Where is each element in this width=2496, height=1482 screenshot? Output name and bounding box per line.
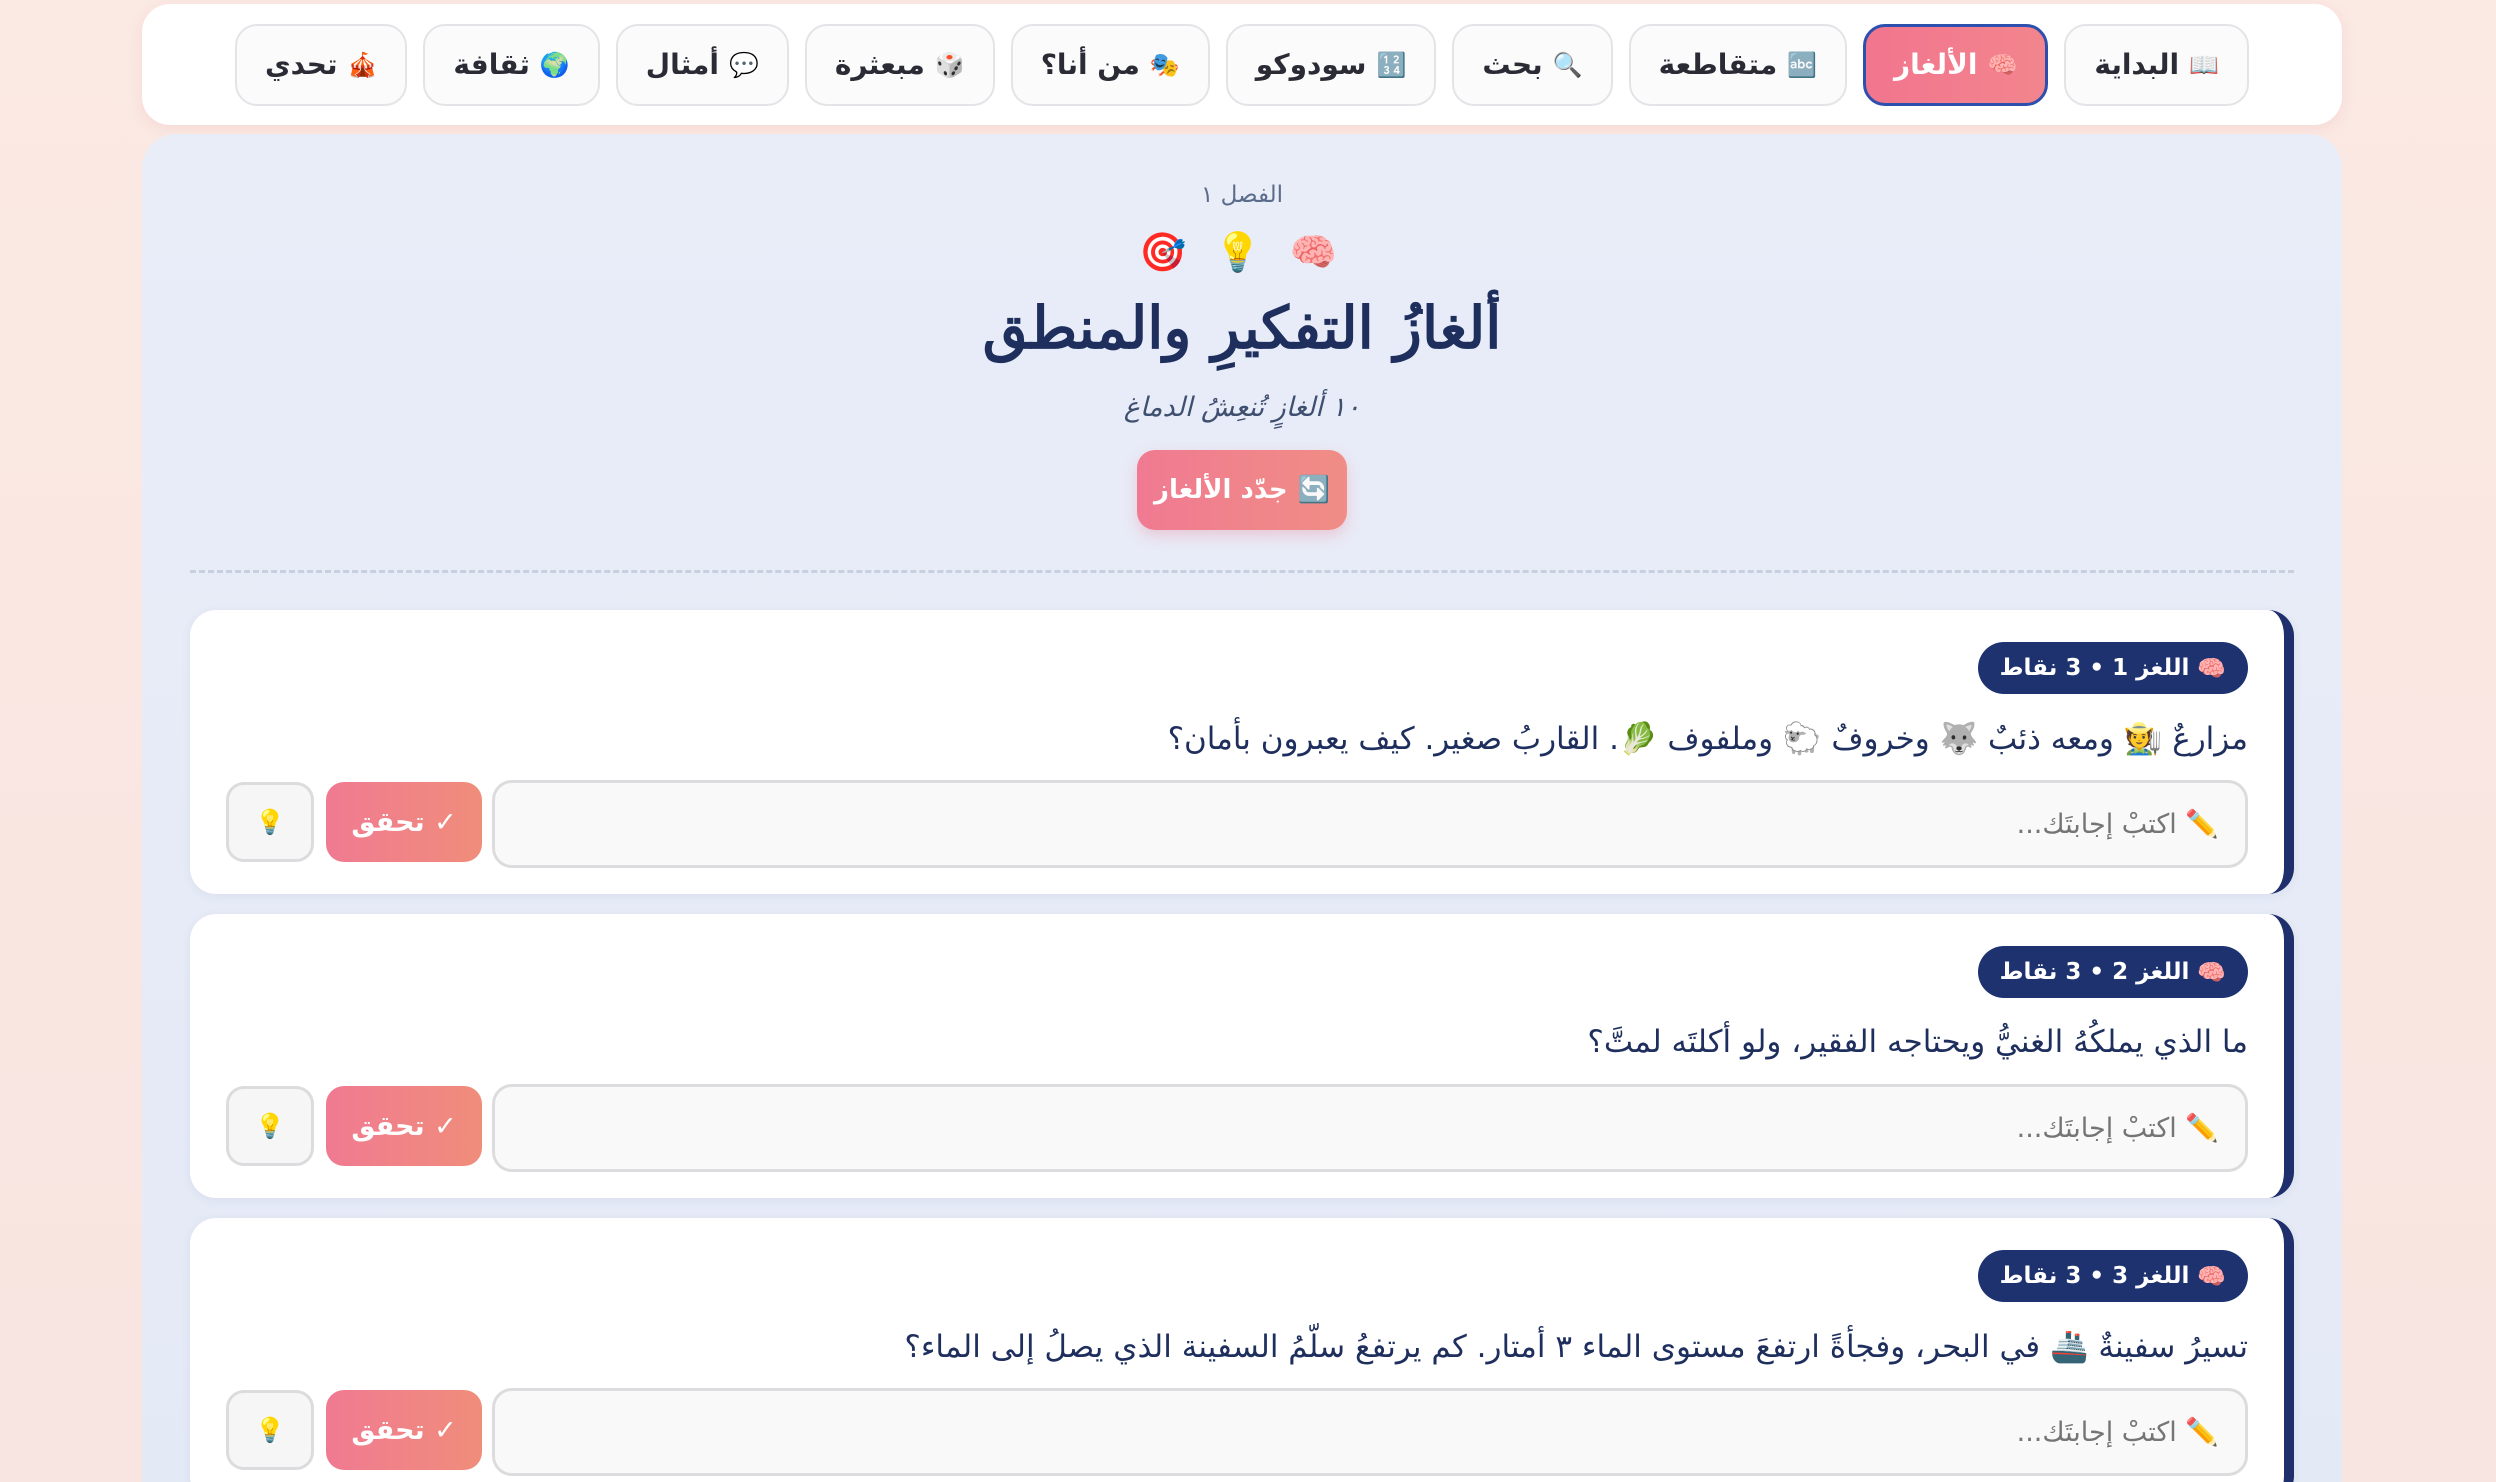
refresh-icon: 🔄	[1297, 475, 1330, 505]
globe-icon: 🌍	[539, 50, 570, 79]
refresh-label: جدّد الألغاز	[1154, 475, 1288, 505]
page: 📖 البداية 🧠 الألغاز 🔤 متقاطعة 🔍 بحث 🔢 سو…	[0, 0, 2496, 1482]
page-title: ألغازُ التفكيرِ والمنطق	[982, 294, 1502, 362]
nav-item-label: متقاطعة	[1658, 48, 1778, 81]
top-nav: 📖 البداية 🧠 الألغاز 🔤 متقاطعة 🔍 بحث 🔢 سو…	[142, 4, 2342, 125]
nav-item-label: بحث	[1482, 48, 1543, 81]
brain-icon: 🧠	[2197, 1263, 2226, 1290]
riddle-question: تسيرُ سفينةٌ 🚢 في البحر، وفجأةً ارتفعَ م…	[904, 1329, 2248, 1365]
speech-bubble-icon: 💬	[728, 50, 759, 79]
nav-item-label: سودوكو	[1255, 48, 1367, 81]
chapter-label: الفصل ١	[1200, 182, 1284, 208]
divider	[190, 570, 2294, 573]
riddle-card: 🧠 اللغز 1 • 3 نقاط مزارعٌ 🧑‍🌾 ومعه ذئبٌ …	[190, 610, 2294, 894]
lightbulb-icon: 💡	[255, 1416, 285, 1444]
answer-input[interactable]	[492, 1084, 2248, 1172]
brain-icon: 🧠	[2197, 655, 2226, 682]
nav-item-label: مبعثرة	[834, 48, 925, 81]
answer-input[interactable]	[492, 780, 2248, 868]
check-button[interactable]: ✓ تحقق	[326, 782, 482, 862]
nav-item-label: البداية	[2094, 48, 2180, 81]
nav-item-challenge[interactable]: 🎪 تحدي	[234, 23, 408, 106]
brain-icon: 🧠	[2197, 959, 2226, 986]
nav-item-label: الألغاز	[1894, 48, 1978, 81]
numbers-icon: 🔢	[1376, 50, 1407, 79]
lightbulb-icon: 💡	[255, 1112, 285, 1140]
nav-item-scrambled[interactable]: 🎲 مبعثرة	[804, 23, 995, 106]
brain-icon: 🧠	[1987, 50, 2018, 79]
riddles-panel: الفصل ١ 🧠 💡 🎯 ألغازُ التفكيرِ والمنطق ١٠…	[142, 134, 2342, 1482]
circus-tent-icon: 🎪	[347, 50, 378, 79]
nav-item-label: أمثال	[645, 48, 719, 81]
hint-button[interactable]: 💡	[226, 1390, 314, 1470]
check-button[interactable]: ✓ تحقق	[326, 1086, 482, 1166]
nav-item-proverbs[interactable]: 💬 أمثال	[615, 23, 789, 106]
masks-icon: 🎭	[1149, 50, 1180, 79]
page-subtitle: ١٠ ألغازٍ تُنعِشُ الدماغ	[1123, 392, 1361, 423]
riddle-badge: 🧠 اللغز 2 • 3 نقاط	[1977, 946, 2248, 998]
riddle-badge-label: اللغز 1 • 3 نقاط	[1999, 655, 2190, 681]
hint-button[interactable]: 💡	[226, 782, 314, 862]
refresh-riddles-button[interactable]: 🔄 جدّد الألغاز	[1137, 450, 1347, 530]
riddle-badge: 🧠 اللغز 1 • 3 نقاط	[1977, 642, 2248, 694]
nav-item-label: تحدي	[264, 48, 338, 81]
dice-icon: 🎲	[934, 50, 965, 79]
nav-item-riddles[interactable]: 🧠 الألغاز	[1863, 23, 2049, 106]
header-emoji-icons: 🧠 💡 🎯	[1138, 230, 1346, 274]
nav-item-who-am-i[interactable]: 🎭 من أنا؟	[1010, 23, 1210, 106]
riddle-badge-label: اللغز 3 • 3 نقاط	[1999, 1263, 2190, 1289]
nav-item-label: من أنا؟	[1040, 48, 1140, 81]
nav-item-crossword[interactable]: 🔤 متقاطعة	[1628, 23, 1848, 106]
nav-item-sudoku[interactable]: 🔢 سودوكو	[1225, 23, 1437, 106]
nav-item-start[interactable]: 📖 البداية	[2064, 23, 2250, 106]
hint-button[interactable]: 💡	[226, 1086, 314, 1166]
letters-icon: 🔤	[1787, 50, 1818, 79]
riddle-badge: 🧠 اللغز 3 • 3 نقاط	[1977, 1250, 2248, 1302]
check-button[interactable]: ✓ تحقق	[326, 1390, 482, 1470]
riddle-card: 🧠 اللغز 3 • 3 نقاط تسيرُ سفينةٌ 🚢 في الب…	[190, 1218, 2294, 1482]
magnifier-icon: 🔍	[1552, 50, 1583, 79]
lightbulb-icon: 💡	[255, 808, 285, 836]
riddle-card: 🧠 اللغز 2 • 3 نقاط ما الذي يملكُهُ الغني…	[190, 914, 2294, 1198]
riddle-question: ما الذي يملكُهُ الغنيُّ ويحتاجه الفقير، …	[1587, 1024, 2248, 1060]
riddle-badge-label: اللغز 2 • 3 نقاط	[1999, 959, 2190, 985]
book-icon: 📖	[2189, 50, 2220, 79]
riddle-question: مزارعٌ 🧑‍🌾 ومعه ذئبٌ 🐺 وخروفٌ 🐑 وملفوف 🥬…	[1167, 721, 2248, 757]
nav-item-label: ثقافة	[453, 48, 530, 81]
nav-item-word-search[interactable]: 🔍 بحث	[1452, 23, 1613, 106]
nav-item-culture[interactable]: 🌍 ثقافة	[423, 23, 600, 106]
answer-input[interactable]	[492, 1388, 2248, 1476]
